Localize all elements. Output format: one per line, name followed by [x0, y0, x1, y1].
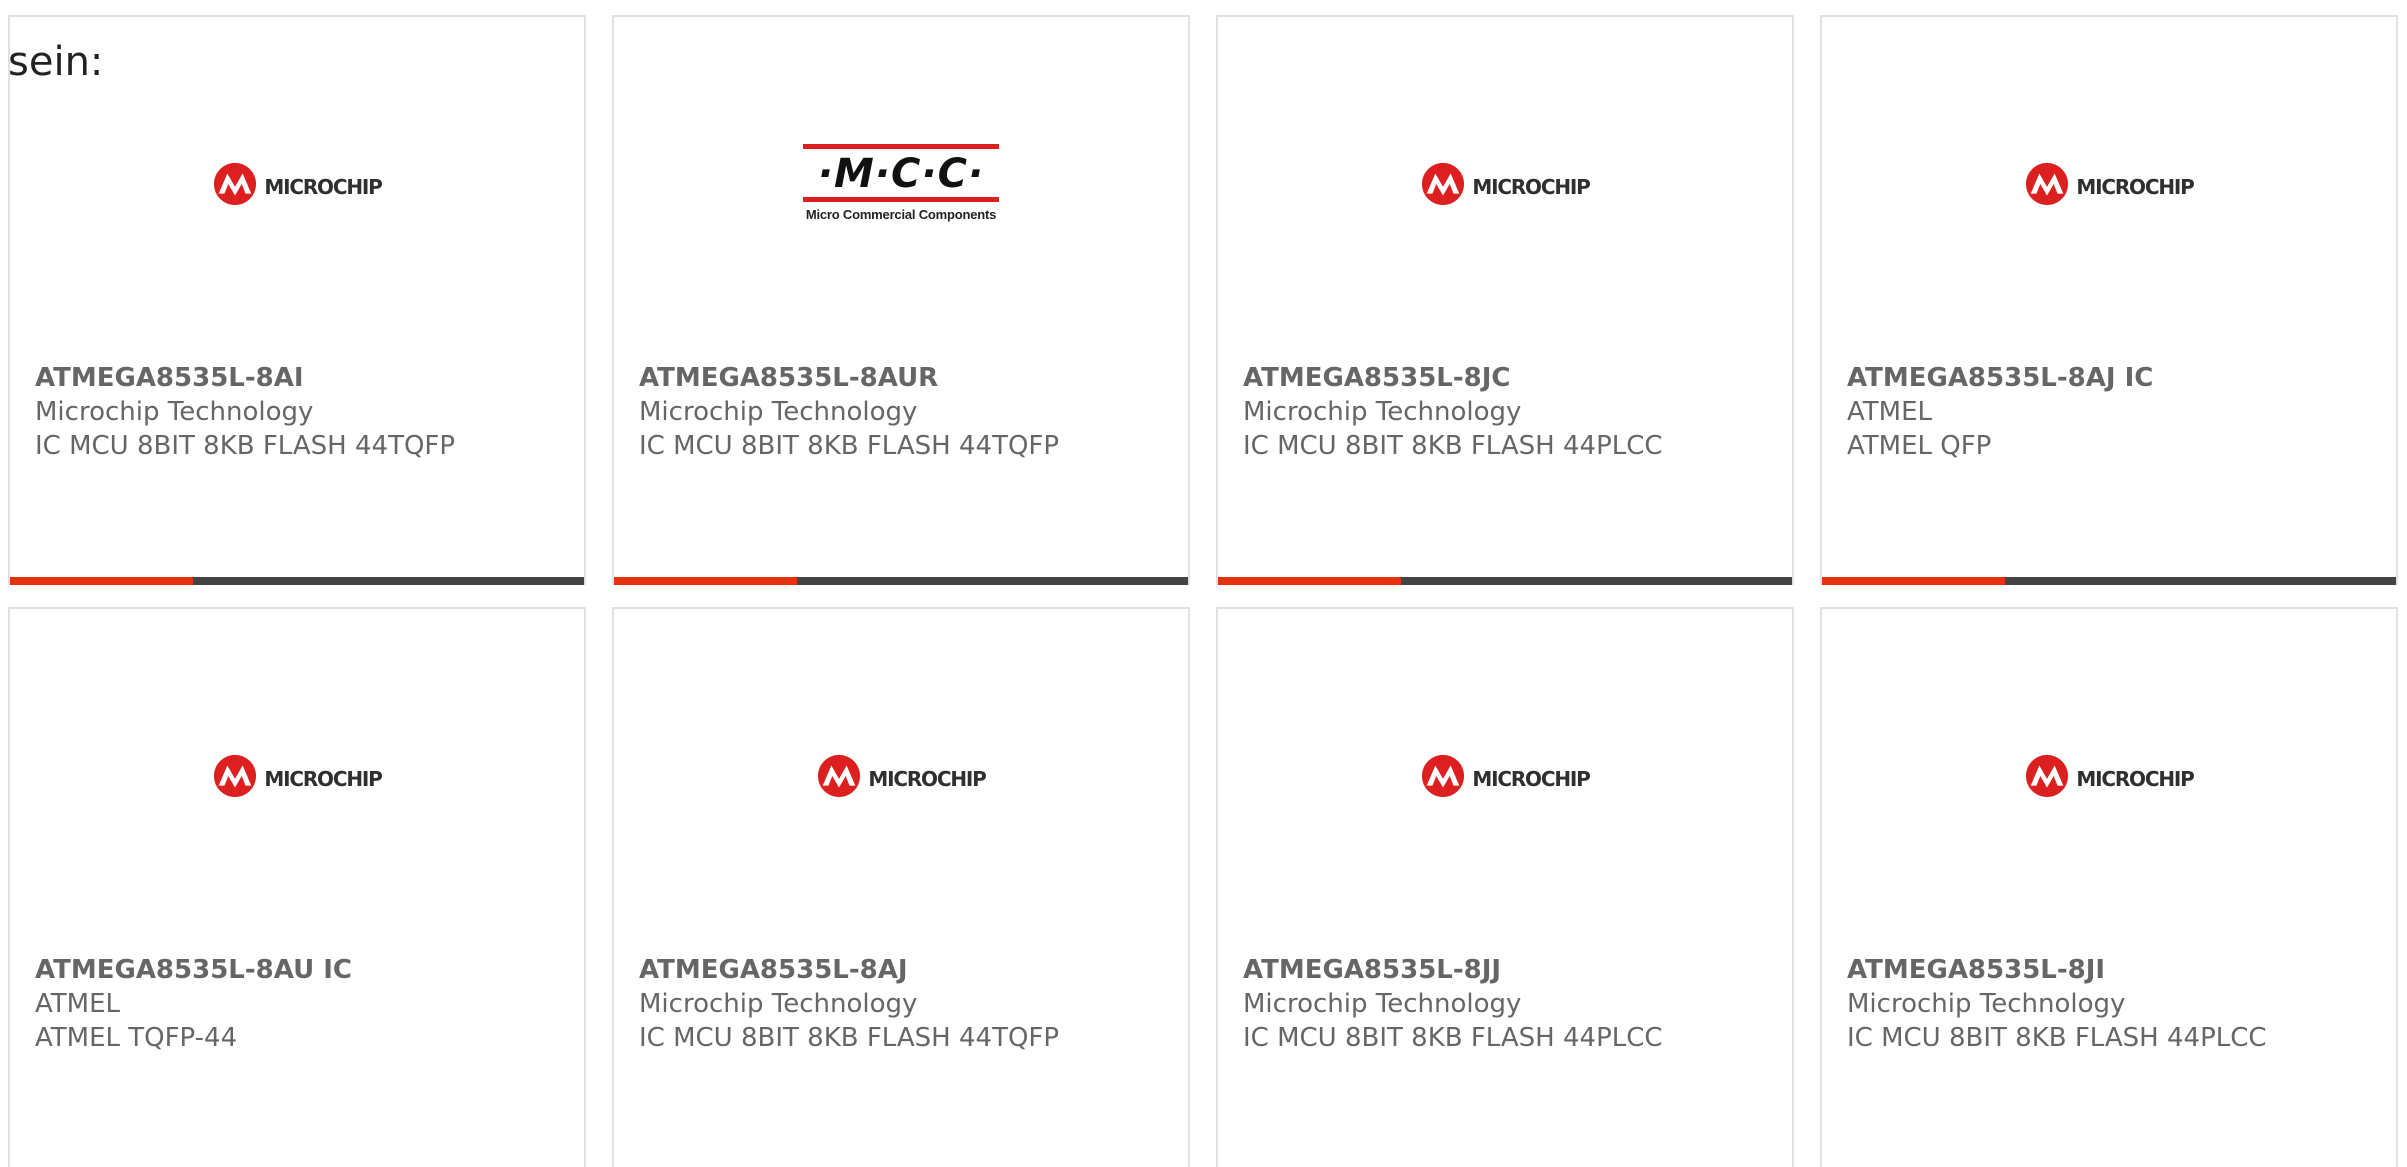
microchip-logo-icon — [2026, 754, 2069, 798]
microchip-logo: Microchip — [1420, 161, 1591, 207]
card-bottom-bar — [1218, 577, 1792, 585]
product-description: ATMEL TQFP-44 — [35, 1023, 238, 1053]
card-bar-rest — [193, 577, 584, 585]
card-bar-rest — [2005, 577, 2396, 585]
product-info: ATMEGA8535L-8AUR Microchip Technology IC… — [639, 361, 1176, 463]
product-info: ATMEGA8535L-8JI Microchip Technology IC … — [1847, 953, 2384, 1055]
microchip-logo: Microchip — [816, 753, 987, 799]
product-card[interactable]: Microchip ATMEGA8535L-8JJ Microchip Tech… — [1216, 607, 1794, 1167]
mcc-logo-bottom-bar — [803, 197, 999, 202]
manufacturer-logo: Microchip — [1822, 119, 2396, 249]
product-info: ATMEGA8535L-8JC Microchip Technology IC … — [1243, 361, 1780, 463]
product-description: IC MCU 8BIT 8KB FLASH 44PLCC — [1243, 431, 1663, 461]
microchip-logo-icon — [818, 754, 861, 798]
microchip-logo-word: Microchip — [264, 758, 382, 793]
product-info: ATMEGA8535L-8JJ Microchip Technology IC … — [1243, 953, 1780, 1055]
manufacturer-logo: Microchip — [10, 119, 584, 249]
product-info: ATMEGA8535L-8AJ Microchip Technology IC … — [639, 953, 1176, 1055]
card-bar-accent — [614, 577, 797, 585]
manufacturer-name: Microchip Technology — [35, 397, 314, 427]
microchip-logo: Microchip — [1420, 753, 1591, 799]
manufacturer-logo: Microchip — [614, 711, 1188, 841]
manufacturer-logo: Microchip — [1218, 711, 1792, 841]
microchip-logo: Microchip — [212, 753, 383, 799]
card-bar-rest — [797, 577, 1188, 585]
manufacturer-logo: Microchip — [1218, 119, 1792, 249]
microchip-logo-word: Microchip — [1472, 758, 1590, 793]
microchip-logo-word: Microchip — [2076, 758, 2194, 793]
microchip-logo-icon — [214, 754, 257, 798]
part-number[interactable]: ATMEGA8535L-8AJ — [639, 953, 1176, 987]
product-card[interactable]: Microchip ATMEGA8535L-8AJ Microchip Tech… — [612, 607, 1190, 1167]
manufacturer-name: Microchip Technology — [639, 989, 918, 1019]
product-description: IC MCU 8BIT 8KB FLASH 44TQFP — [639, 1023, 1060, 1053]
part-number[interactable]: ATMEGA8535L-8AI — [35, 361, 572, 395]
card-bottom-bar — [614, 577, 1188, 585]
mcc-logo: ·M·C·C· Micro Commercial Components — [801, 144, 1001, 222]
manufacturer-name: Microchip Technology — [639, 397, 918, 427]
microchip-logo-icon — [1422, 162, 1465, 206]
product-grid-page: sein: Microchip ATMEGA8535L-8AI Microchi… — [0, 0, 2407, 1167]
mcc-logo-main: ·M·C·C· — [817, 151, 985, 197]
microchip-logo-word: Microchip — [868, 758, 986, 793]
card-bar-rest — [1401, 577, 1792, 585]
manufacturer-logo: ·M·C·C· Micro Commercial Components — [614, 119, 1188, 249]
card-bottom-bar — [10, 577, 584, 585]
product-description: IC MCU 8BIT 8KB FLASH 44TQFP — [35, 431, 456, 461]
microchip-logo-icon — [214, 162, 257, 206]
microchip-logo-word: Microchip — [2076, 166, 2194, 201]
product-info: ATMEGA8535L-8AJ IC ATMEL ATMEL QFP — [1847, 361, 2384, 463]
product-card[interactable]: Microchip ATMEGA8535L-8AU IC ATMEL ATMEL… — [8, 607, 586, 1167]
card-bar-accent — [1822, 577, 2005, 585]
manufacturer-name: ATMEL — [1847, 397, 1932, 427]
part-number[interactable]: ATMEGA8535L-8AU IC — [35, 953, 572, 987]
manufacturer-name: ATMEL — [35, 989, 120, 1019]
intro-text: sein: — [8, 39, 104, 85]
product-description: IC MCU 8BIT 8KB FLASH 44PLCC — [1847, 1023, 2267, 1053]
product-card[interactable]: Microchip ATMEGA8535L-8JC Microchip Tech… — [1216, 15, 1794, 585]
product-info: ATMEGA8535L-8AU IC ATMEL ATMEL TQFP-44 — [35, 953, 572, 1055]
microchip-logo: Microchip — [212, 161, 383, 207]
product-description: IC MCU 8BIT 8KB FLASH 44TQFP — [639, 431, 1060, 461]
manufacturer-logo: Microchip — [10, 711, 584, 841]
product-card[interactable]: Microchip ATMEGA8535L-8AI Microchip Tech… — [8, 15, 586, 585]
mcc-logo-top-bar — [803, 144, 999, 149]
part-number[interactable]: ATMEGA8535L-8JJ — [1243, 953, 1780, 987]
part-number[interactable]: ATMEGA8535L-8JI — [1847, 953, 2384, 987]
product-description: IC MCU 8BIT 8KB FLASH 44PLCC — [1243, 1023, 1663, 1053]
product-card[interactable]: ·M·C·C· Micro Commercial Components ATME… — [612, 15, 1190, 585]
microchip-logo-icon — [2026, 162, 2069, 206]
microchip-logo-word: Microchip — [1472, 166, 1590, 201]
product-info: ATMEGA8535L-8AI Microchip Technology IC … — [35, 361, 572, 463]
manufacturer-logo: Microchip — [1822, 711, 2396, 841]
product-grid: Microchip ATMEGA8535L-8AI Microchip Tech… — [8, 15, 2400, 1167]
microchip-logo: Microchip — [2024, 753, 2195, 799]
microchip-logo-icon — [1422, 754, 1465, 798]
part-number[interactable]: ATMEGA8535L-8AJ IC — [1847, 361, 2384, 395]
mcc-logo-subtitle: Micro Commercial Components — [805, 207, 997, 222]
card-bar-accent — [1218, 577, 1401, 585]
microchip-logo: Microchip — [2024, 161, 2195, 207]
product-card[interactable]: Microchip ATMEGA8535L-8JI Microchip Tech… — [1820, 607, 2398, 1167]
card-bar-accent — [10, 577, 193, 585]
microchip-logo-word: Microchip — [264, 166, 382, 201]
manufacturer-name: Microchip Technology — [1243, 397, 1522, 427]
part-number[interactable]: ATMEGA8535L-8JC — [1243, 361, 1780, 395]
manufacturer-name: Microchip Technology — [1243, 989, 1522, 1019]
product-description: ATMEL QFP — [1847, 431, 1992, 461]
manufacturer-name: Microchip Technology — [1847, 989, 2126, 1019]
card-bottom-bar — [1822, 577, 2396, 585]
part-number[interactable]: ATMEGA8535L-8AUR — [639, 361, 1176, 395]
product-card[interactable]: Microchip ATMEGA8535L-8AJ IC ATMEL ATMEL… — [1820, 15, 2398, 585]
